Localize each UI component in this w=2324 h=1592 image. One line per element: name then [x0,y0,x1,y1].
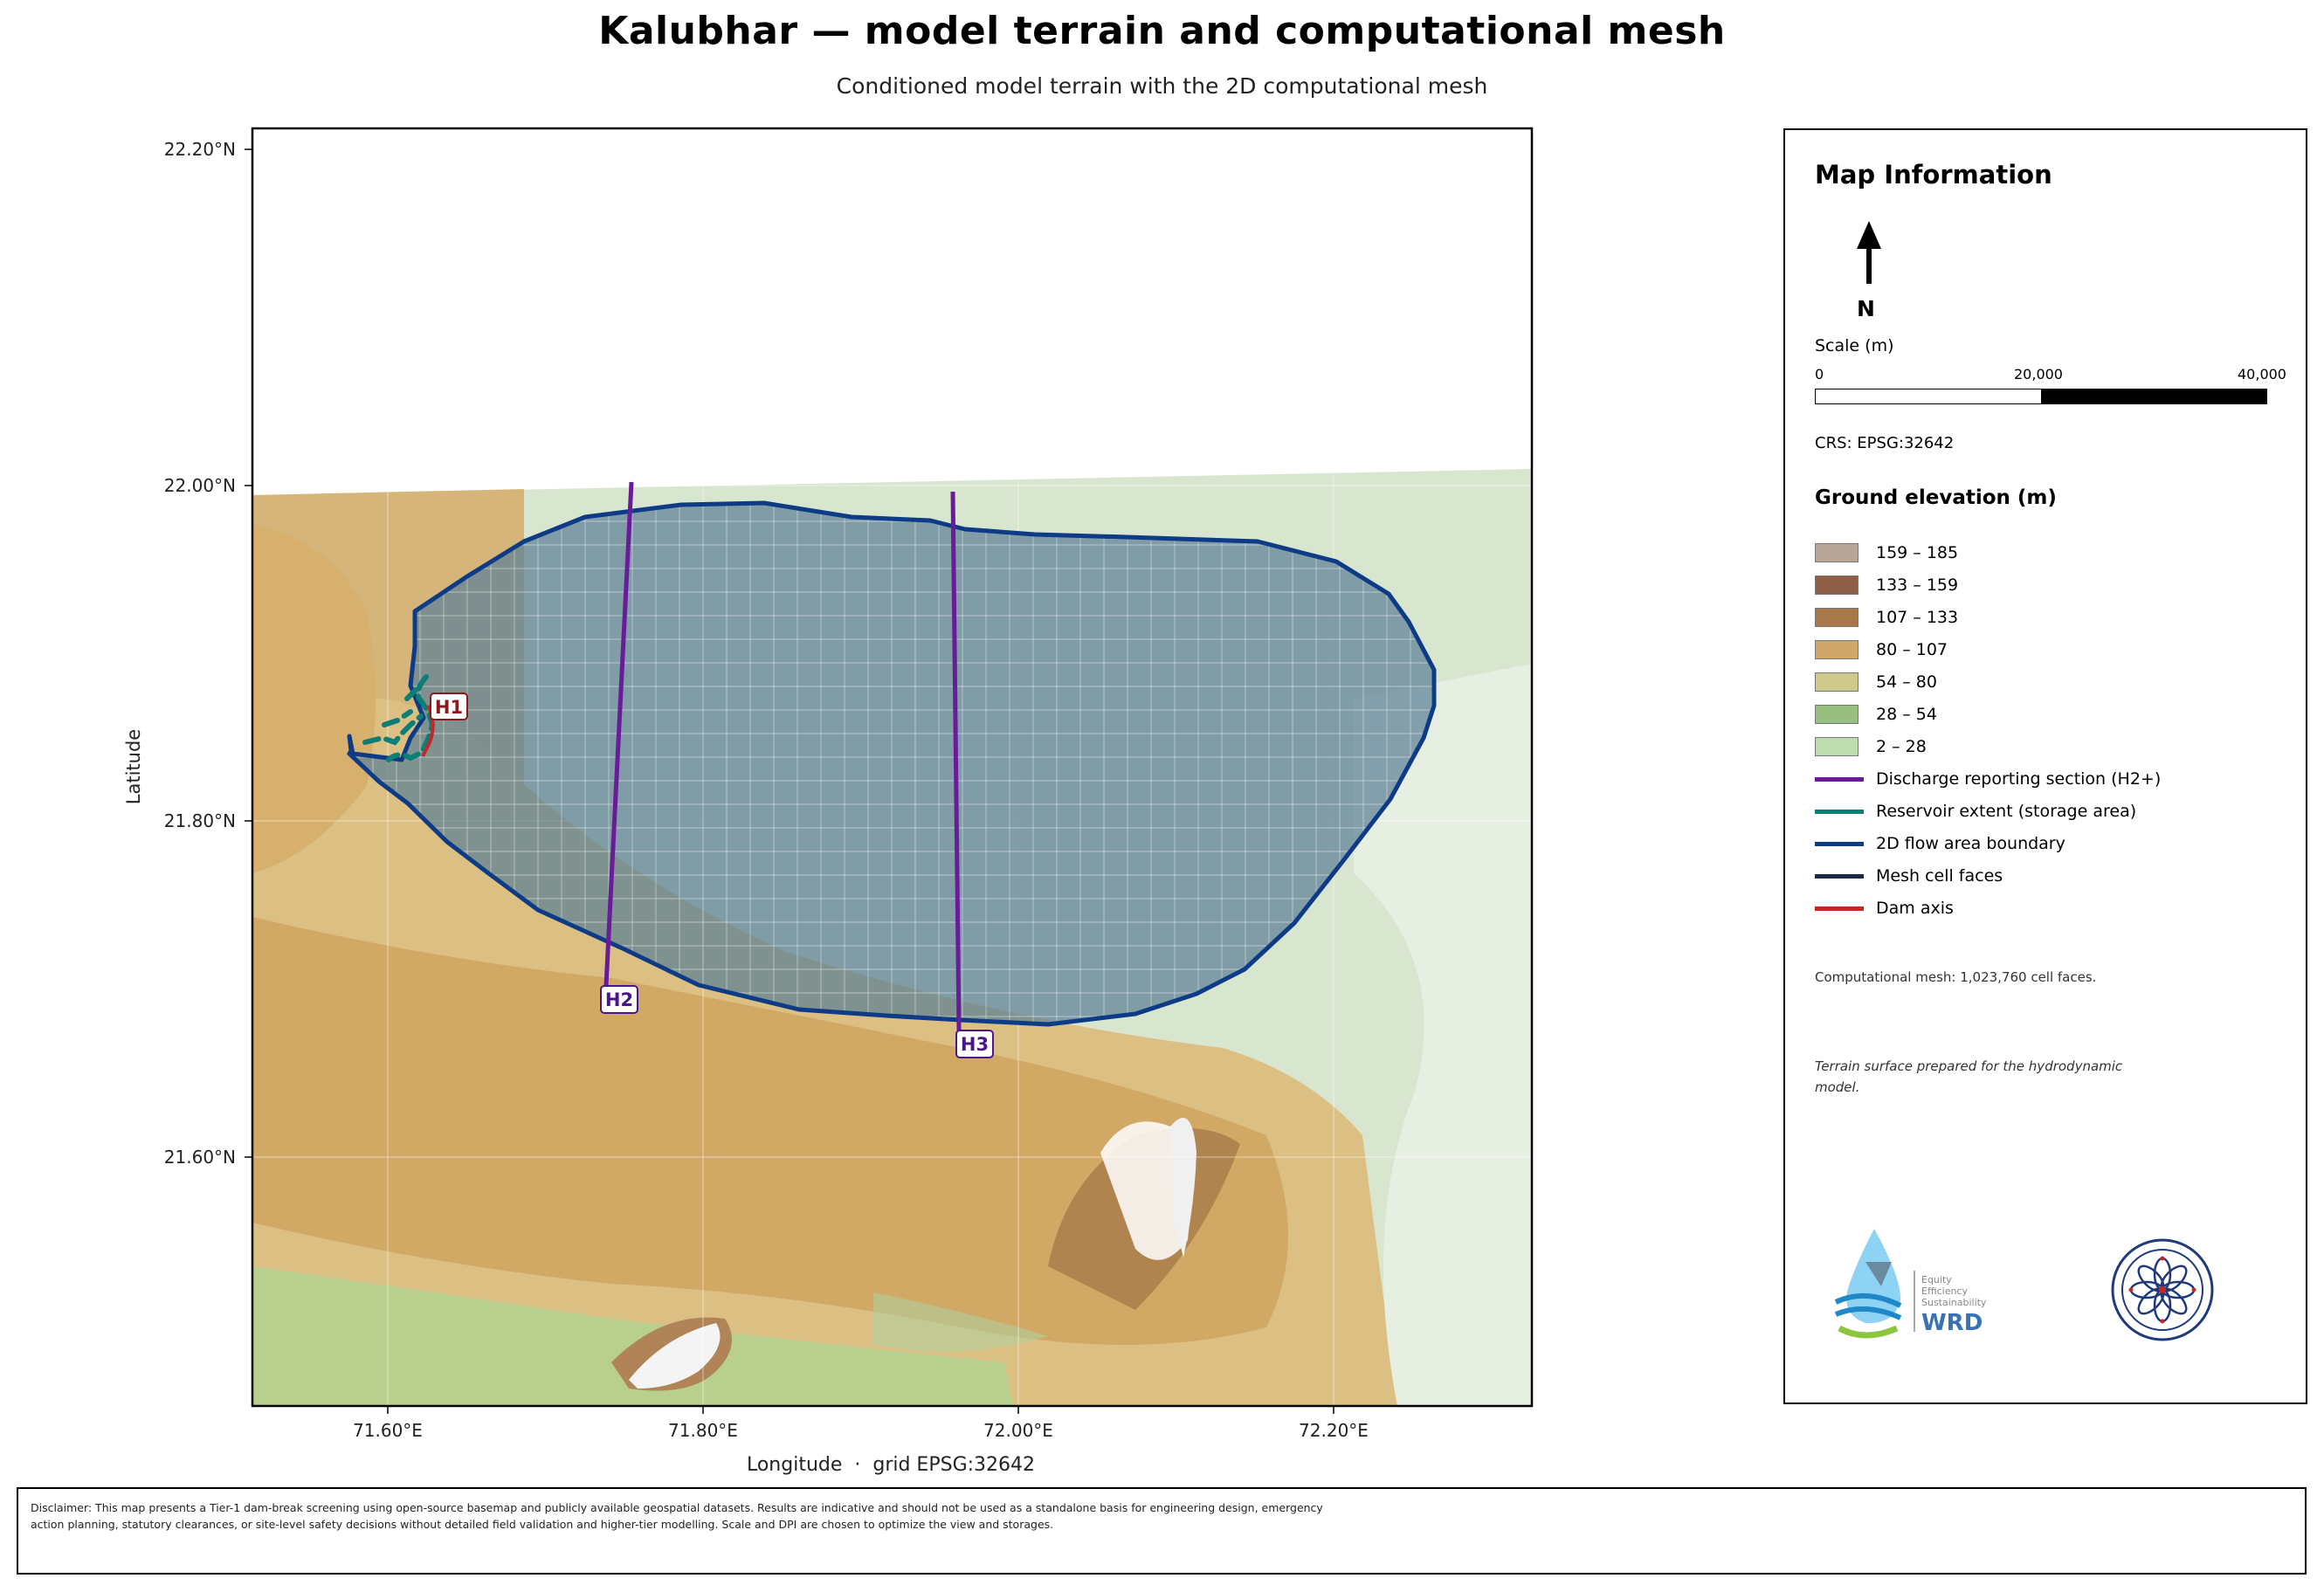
elevation-swatch [1815,705,1859,724]
lat-tick-label: 22.00°N [164,475,236,496]
svg-text:H3: H3 [961,1034,989,1055]
institute-seal [2111,1238,2214,1341]
scale-bar [1815,389,2267,404]
legend-item-elevation: 159 – 185 [1815,541,2304,565]
legend-panel: Map Information N Scale (m) 0 20,000 40,… [1783,128,2307,1404]
elevation-swatch [1815,575,1859,595]
legend-item-line: 2D flow area boundary [1815,831,2304,856]
svg-text:Sustainability: Sustainability [1921,1297,1987,1308]
elevation-swatch [1815,640,1859,659]
mesh-note: Computational mesh: 1,023,760 cell faces… [1815,969,2097,985]
legend-item-elevation: 80 – 107 [1815,637,2304,662]
legend-item-line: Discharge reporting section (H2+) [1815,767,2304,791]
svg-text:H1: H1 [435,697,463,718]
lon-tick-label: 72.20°E [1299,1420,1369,1441]
elevation-swatch [1815,543,1859,562]
elevation-title: Ground elevation (m) [1815,486,2057,509]
svg-text:WRD: WRD [1921,1310,1983,1336]
lat-tick-label: 22.20°N [164,139,236,160]
lon-axis: 71.60°E 71.80°E 72.00°E 72.20°E [353,1406,1369,1441]
svg-text:Equity: Equity [1921,1274,1952,1285]
crs-label: CRS: EPSG:32642 [1815,434,1955,452]
elevation-swatch [1815,608,1859,627]
legend-item-elevation: 2 – 28 [1815,734,2304,759]
lon-tick-label: 71.80°E [668,1420,738,1441]
legend-item-elevation: 28 – 54 [1815,702,2304,727]
y-axis-label: Latitude [123,729,144,804]
lat-tick-label: 21.80°N [164,810,236,831]
lon-tick-label: 71.60°E [353,1420,423,1441]
scale-tick: 20,000 [2014,366,2063,382]
legend-item-elevation: 133 – 159 [1815,573,2304,597]
legend-item-elevation: 54 – 80 [1815,670,2304,694]
scale-title: Scale (m) [1815,336,1894,355]
disclaimer-box: Disclaimer: This map presents a Tier-1 d… [17,1487,2307,1575]
lat-axis: 22.20°N 22.00°N 21.80°N 21.60°N [164,139,252,1168]
terrain-note: Terrain surface prepared for the hydrody… [1815,1058,2123,1095]
disclaimer-text: Disclaimer: This map presents a Tier-1 d… [31,1501,1323,1531]
svg-text:Efficiency: Efficiency [1921,1285,1968,1297]
legend-line-swatch [1815,777,1864,782]
north-arrow-icon [1857,221,1881,284]
legend-line-swatch [1815,810,1864,814]
north-label: N [1857,296,1875,321]
scale-tick: 0 [1815,366,1824,382]
legend-item-elevation: 107 – 133 [1815,605,2304,630]
scale-tick: 40,000 [2238,366,2286,382]
elevation-swatch [1815,672,1859,692]
legend-item-line: Mesh cell faces [1815,864,2304,888]
legend-heading: Map Information [1815,160,2052,190]
legend-line-swatch [1815,842,1864,846]
section-label-h1: H1 [430,693,468,720]
legend-line-swatch [1815,874,1864,879]
section-label-h3: H3 [955,1030,994,1058]
lon-tick-label: 72.00°E [983,1420,1053,1441]
lat-tick-label: 21.60°N [164,1147,236,1168]
wrd-logo: Equity Efficiency Sustainability WRD [1834,1229,1987,1339]
elevation-swatch [1815,737,1859,756]
section-label-h2: H2 [600,985,638,1014]
legend-item-line: Reservoir extent (storage area) [1815,799,2304,824]
svg-text:H2: H2 [605,989,633,1010]
legend-line-swatch [1815,906,1864,911]
legend-item-line: Dam axis [1815,896,2304,920]
x-axis-label: Longitude · grid EPSG:32642 [747,1454,1035,1476]
